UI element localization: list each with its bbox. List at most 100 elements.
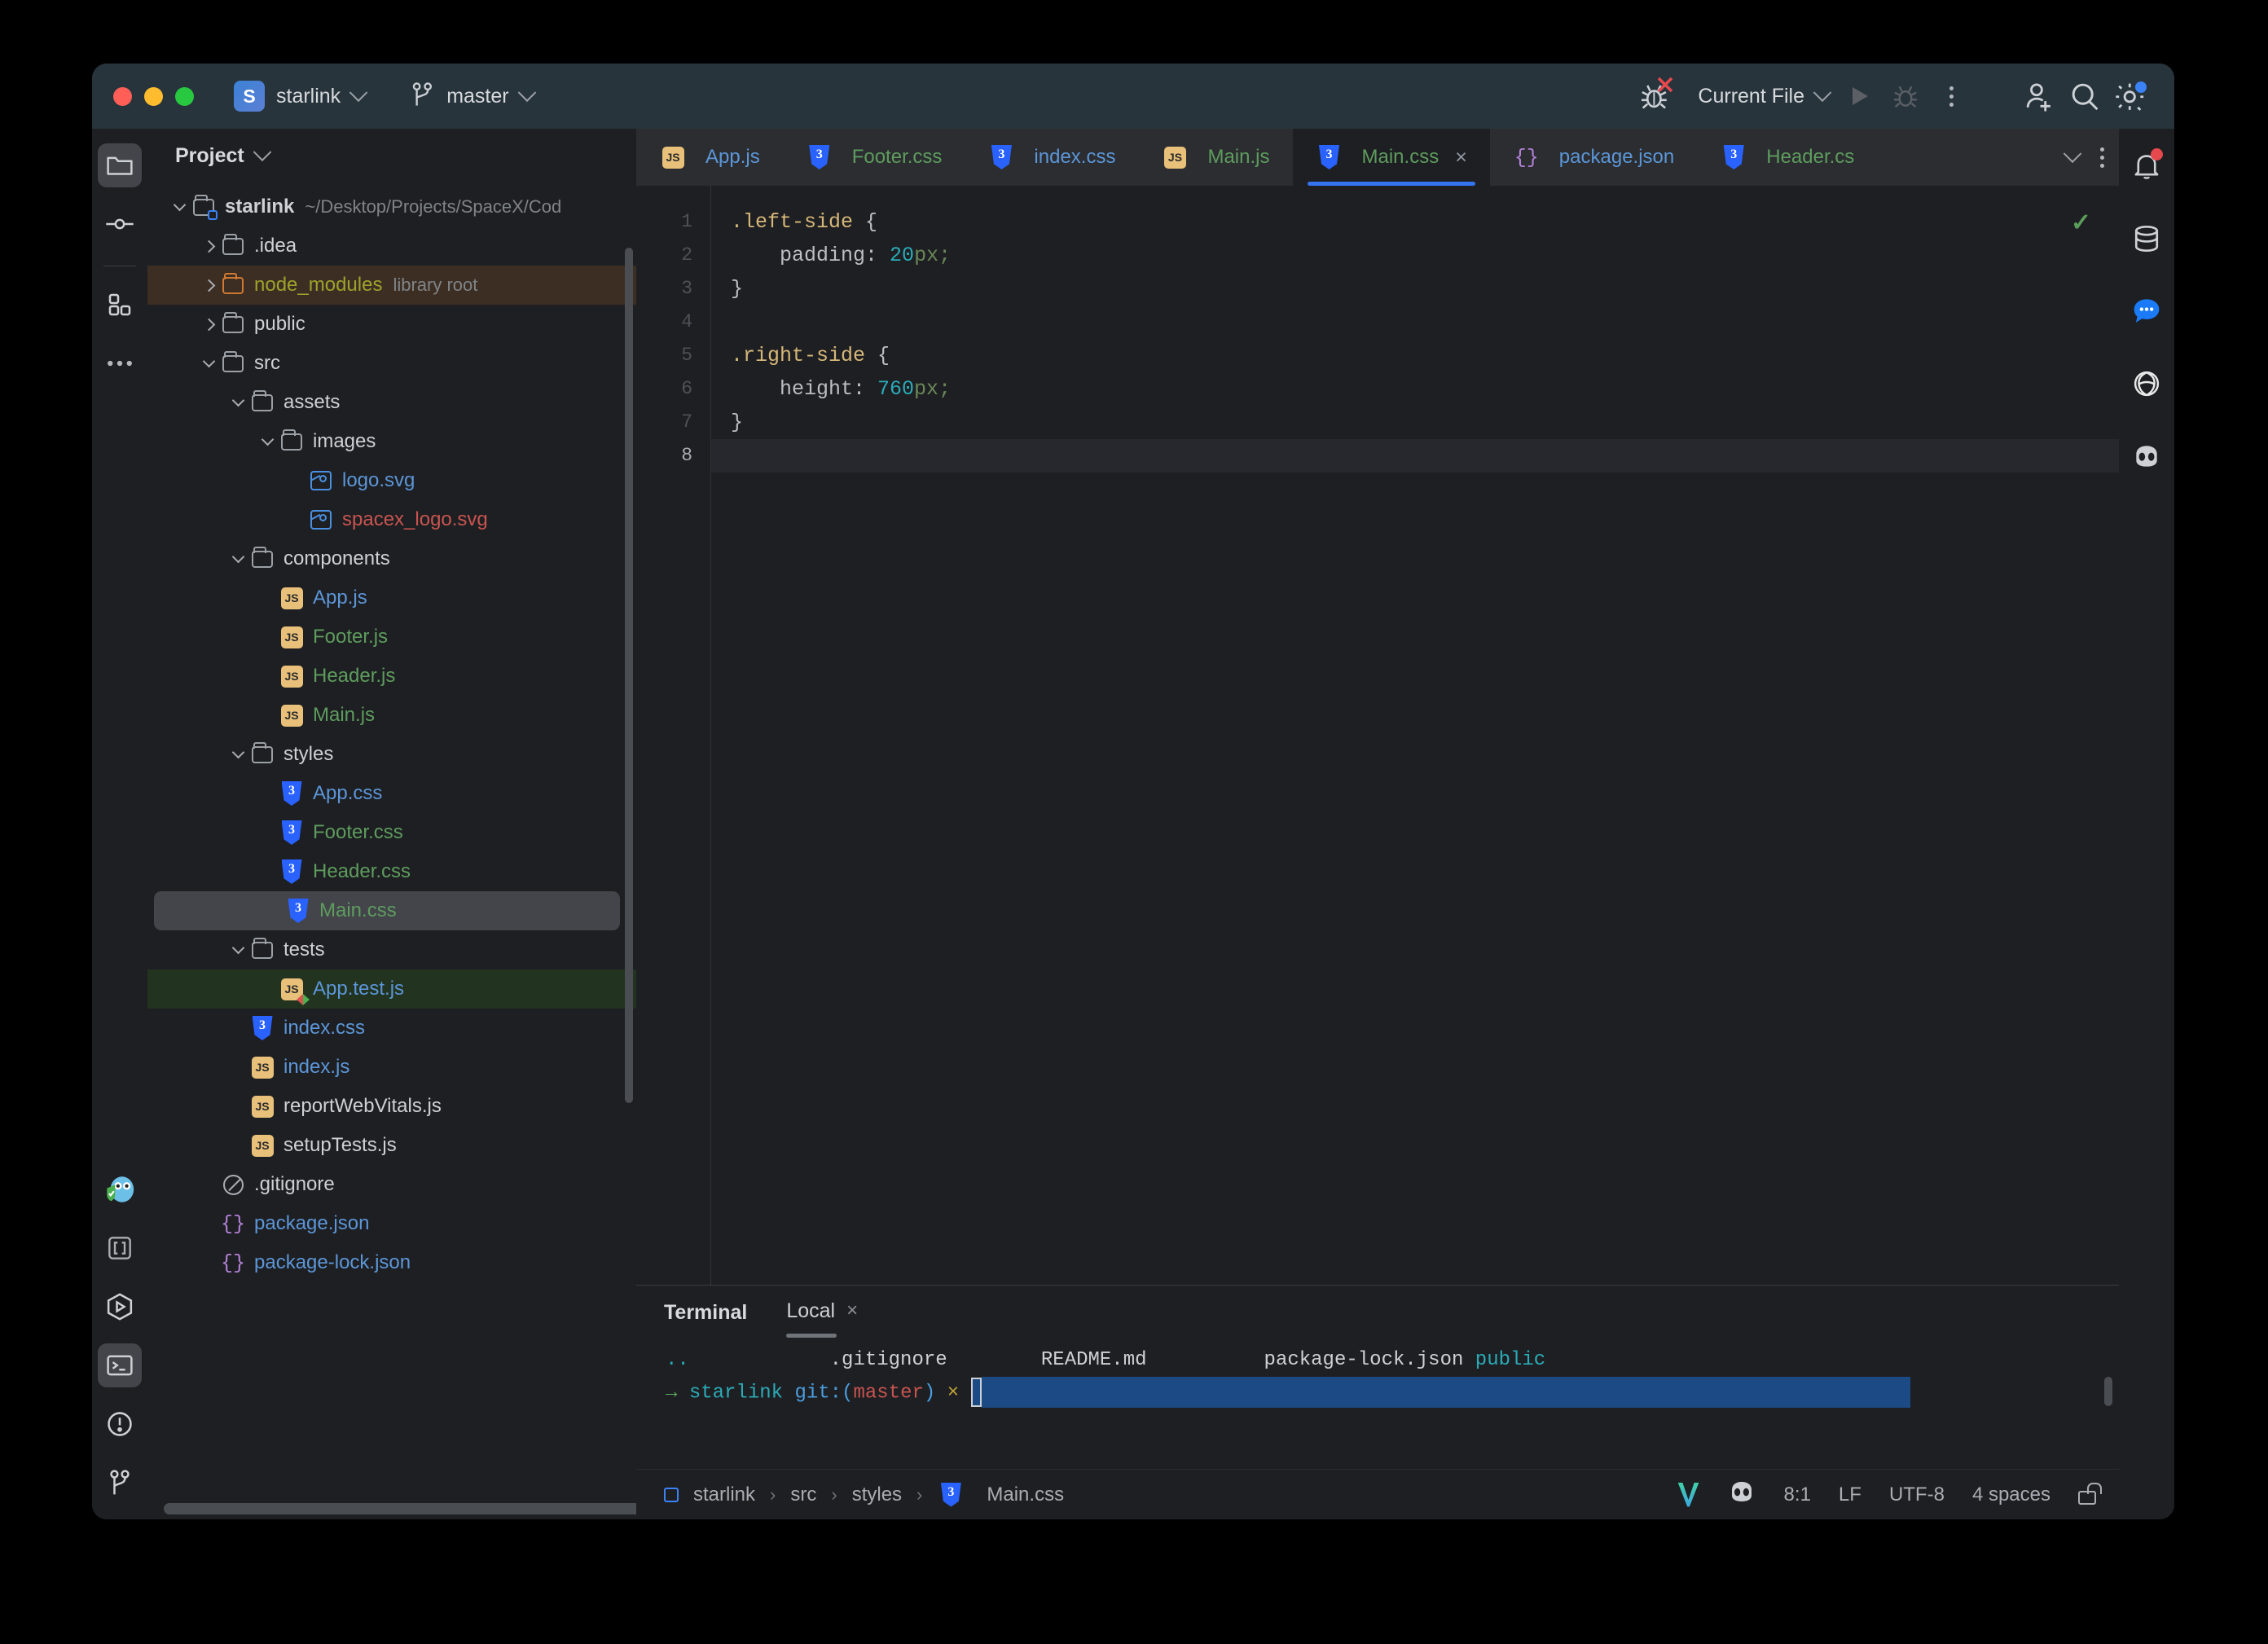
breadcrumb-item[interactable]: Main.css [987,1484,1064,1506]
tree-node[interactable]: JS setupTests.js [147,1126,636,1165]
unlocked-padlock-icon[interactable] [2078,1482,2102,1505]
tree-node[interactable]: JS App.js [147,578,636,618]
tree-node[interactable]: 3 Header.css [147,852,636,891]
copilot-icon[interactable] [1727,1479,1756,1510]
editor-tab[interactable]: 3 Header.cs [1697,129,1877,186]
close-icon[interactable]: × [846,1299,858,1322]
tree-node[interactable]: .gitignore [147,1165,636,1204]
sidebar-item-database[interactable] [2124,216,2169,262]
sidebar-item-notifications[interactable] [2124,143,2169,189]
tree-node[interactable]: {} package.json [147,1204,636,1243]
tree-node[interactable]: starlink ~/Desktop/Projects/SpaceX/Cod [147,187,636,226]
sidebar-item-commit[interactable] [98,202,142,246]
editor-tab[interactable]: 3 index.css [965,129,1138,186]
tree-node[interactable]: JS Header.js [147,657,636,696]
tree-node[interactable]: logo.svg [147,461,636,500]
breadcrumb[interactable]: starlink › src › styles › 3 Main.css [664,1482,1064,1507]
tree-node[interactable]: 3 Main.css [154,891,620,930]
tree-node[interactable]: JS Footer.js [147,618,636,657]
caret-position[interactable]: 8:1 [1784,1484,1811,1506]
sidebar-item-services[interactable] [98,1285,142,1329]
breadcrumb-item[interactable]: styles [852,1484,902,1506]
line-separator[interactable]: LF [1839,1484,1861,1506]
tree-node[interactable]: node_modules library root [147,266,636,305]
sidebar-item-problems[interactable] [98,1402,142,1446]
tree-node[interactable]: 3 index.css [147,1009,636,1048]
run-icon[interactable] [1837,73,1883,119]
chevron-right-icon[interactable] [198,279,219,292]
inspection-status-icon[interactable]: ✓ [2071,209,2091,237]
chevron-right-icon[interactable] [198,240,219,253]
tree-node[interactable]: 3 Footer.css [147,813,636,852]
sidebar-item-more[interactable] [98,341,142,385]
terminal-output[interactable]: .. .gitignore README.md package-lock.jso… [636,1339,2119,1469]
tree-node[interactable]: tests [147,930,636,969]
tree-node[interactable]: {} package-lock.json [147,1243,636,1282]
sidebar-item-sourcery[interactable] [98,1167,142,1211]
tree-node[interactable]: JS App.test.js [147,969,636,1009]
sidebar-item-copilot[interactable] [2124,433,2169,479]
code-content[interactable]: .left-side { padding: 20px;} .right-side… [711,186,2119,1285]
editor-tab[interactable]: 3 Footer.css [783,129,965,186]
chevron-right-icon[interactable] [198,318,219,331]
minimize-window-button[interactable] [144,86,163,106]
tree-node[interactable]: src [147,344,636,383]
editor-tab[interactable]: JS Main.js [1138,129,1292,186]
close-window-button[interactable] [113,86,132,106]
project-file-tree[interactable]: starlink ~/Desktop/Projects/SpaceX/Cod .id… [147,182,636,1519]
vite-logo-icon[interactable] [1677,1482,1699,1507]
code-editor[interactable]: 12345678 .left-side { padding: 20px;} .r… [636,186,2119,1285]
sidebar-item-terminal[interactable] [98,1343,142,1387]
bug-error-icon[interactable] [1633,73,1678,119]
tree-vertical-scrollbar[interactable] [625,248,633,1103]
tree-node[interactable]: JS index.js [147,1048,636,1087]
project-selector[interactable]: S starlink [194,81,368,112]
window-controls[interactable] [113,86,194,106]
chevron-down-icon[interactable] [257,433,278,446]
editor-tab[interactable]: 3 Main.css × [1292,129,1490,186]
close-icon[interactable]: × [1455,146,1467,169]
tree-horizontal-scrollbar[interactable] [164,1503,636,1514]
search-icon[interactable] [2062,73,2108,119]
tree-node[interactable]: styles [147,735,636,774]
file-encoding[interactable]: UTF-8 [1889,1484,1945,1506]
indent-setting[interactable]: 4 spaces [1972,1484,2050,1506]
chevron-down-icon[interactable] [253,143,272,162]
breadcrumb-item[interactable]: starlink [693,1484,755,1506]
sidebar-item-ai-chat[interactable] [2124,288,2169,334]
editor-tab[interactable]: JS App.js [636,129,783,186]
tree-node[interactable]: public [147,305,636,344]
more-options-icon[interactable] [1928,73,1974,119]
terminal-prompt-line[interactable]: → starlink git:(master) × [666,1377,2119,1409]
tree-node[interactable]: images [147,422,636,461]
tree-node[interactable]: spacex_logo.svg [147,500,636,539]
project-panel-header[interactable]: Project [147,129,636,182]
editor-tab[interactable]: {} package.json [1490,129,1697,186]
chevron-down-icon[interactable] [227,745,248,759]
add-user-icon[interactable] [2016,73,2062,119]
maximize-window-button[interactable] [175,86,194,106]
chevron-down-icon[interactable] [227,550,248,564]
terminal-tab-local[interactable]: Local × [786,1299,858,1338]
chevron-down-icon[interactable] [169,198,190,212]
sidebar-item-plugins[interactable] [98,283,142,327]
sidebar-item-git[interactable] [98,1461,142,1505]
more-options-icon[interactable] [2100,147,2104,168]
tree-node[interactable]: JS reportWebVitals.js [147,1087,636,1126]
chevron-down-icon[interactable] [198,354,219,368]
run-configuration-selector[interactable]: Current File [1698,83,1832,108]
chevron-down-icon[interactable] [227,393,248,407]
chevron-down-icon[interactable] [2063,144,2082,164]
breadcrumb-item[interactable]: src [790,1484,816,1506]
tree-node[interactable]: 3 App.css [147,774,636,813]
debug-icon[interactable] [1883,73,1928,119]
tree-node[interactable]: .idea [147,226,636,266]
terminal-scrollbar[interactable] [2104,1377,2112,1406]
tree-node[interactable]: JS Main.js [147,696,636,735]
sidebar-item-openai[interactable] [2124,361,2169,407]
sidebar-item-project[interactable] [98,143,142,187]
tree-node[interactable]: components [147,539,636,578]
sidebar-item-structure[interactable] [98,1226,142,1270]
chevron-down-icon[interactable] [227,941,248,955]
settings-gear-icon[interactable] [2108,73,2153,119]
